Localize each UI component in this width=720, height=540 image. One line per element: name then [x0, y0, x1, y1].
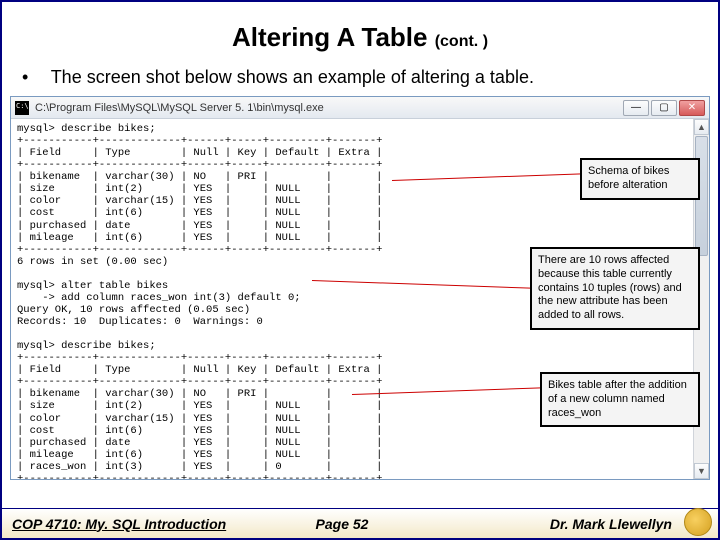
cmd-icon	[15, 101, 29, 115]
window-buttons: — ▢ ✕	[623, 100, 705, 116]
bullet-text: The screen shot below shows an example o…	[51, 67, 534, 87]
ucf-logo-icon	[684, 508, 712, 536]
footer-page: Page 52	[232, 516, 452, 532]
window-titlebar: C:\Program Files\MySQL\MySQL Server 5. 1…	[11, 97, 709, 119]
slide: Altering A Table (cont. ) • The screen s…	[0, 0, 720, 540]
maximize-button[interactable]: ▢	[651, 100, 677, 116]
footer-course: COP 4710: My. SQL Introduction	[12, 516, 232, 532]
window-path: C:\Program Files\MySQL\MySQL Server 5. 1…	[35, 102, 623, 114]
close-button[interactable]: ✕	[679, 100, 705, 116]
bullet-row: • The screen shot below shows an example…	[22, 67, 718, 88]
slide-title: Altering A Table (cont. )	[2, 22, 718, 53]
annotation-schema-before: Schema of bikes before alteration	[580, 158, 700, 200]
slide-footer: COP 4710: My. SQL Introduction Page 52 D…	[2, 508, 718, 538]
bullet-marker: •	[22, 67, 46, 88]
annotation-schema-after: Bikes table after the addition of a new …	[540, 372, 700, 427]
footer-author: Dr. Mark Llewellyn	[452, 516, 708, 532]
scroll-down-button[interactable]: ▼	[694, 463, 709, 479]
title-continuation: (cont. )	[435, 33, 488, 50]
minimize-button[interactable]: —	[623, 100, 649, 116]
annotation-rows-affected: There are 10 rows affected because this …	[530, 247, 700, 330]
scroll-up-button[interactable]: ▲	[694, 119, 709, 135]
title-text: Altering A Table	[232, 22, 428, 52]
